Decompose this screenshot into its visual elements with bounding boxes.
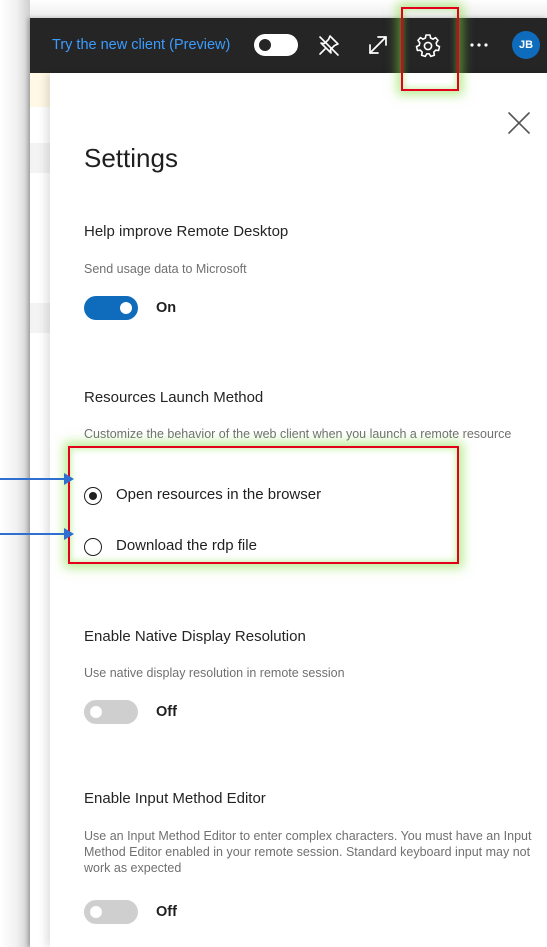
help-improve-switch[interactable] — [84, 296, 138, 320]
help-improve-state: On — [156, 300, 177, 316]
launch-method-description: Customize the behavior of the web client… — [84, 427, 512, 441]
ime-state: Off — [156, 904, 177, 920]
background-notice-strip — [30, 73, 50, 107]
switch-knob — [90, 906, 102, 918]
ime-title: Enable Input Method Editor — [84, 790, 266, 807]
help-improve-description: Send usage data to Microsoft — [84, 262, 247, 276]
top-bar: Try the new client (Preview) JB — [30, 18, 547, 73]
strip-band — [30, 303, 50, 333]
strip-band — [30, 143, 50, 173]
fullscreen-icon[interactable] — [365, 32, 391, 58]
try-new-client-link[interactable]: Try the new client (Preview) — [52, 37, 230, 53]
annotation-arrow — [0, 528, 74, 540]
frame-left-shadow — [0, 0, 30, 947]
unpin-icon[interactable] — [316, 32, 342, 58]
native-resolution-switch[interactable] — [84, 700, 138, 724]
arrow-head — [64, 473, 74, 485]
native-resolution-title: Enable Native Display Resolution — [84, 628, 306, 645]
preview-toggle-knob — [259, 39, 271, 51]
preview-toggle[interactable] — [254, 34, 298, 56]
native-resolution-state: Off — [156, 704, 177, 720]
arrow-head — [64, 528, 74, 540]
switch-knob — [90, 706, 102, 718]
annotation-arrow — [0, 473, 74, 485]
avatar[interactable]: JB — [512, 31, 540, 59]
frame-top-shadow — [0, 0, 547, 18]
help-improve-title: Help improve Remote Desktop — [84, 223, 289, 240]
close-icon[interactable] — [506, 110, 532, 136]
ime-switch[interactable] — [84, 900, 138, 924]
switch-knob — [120, 302, 132, 314]
launch-method-title: Resources Launch Method — [84, 389, 264, 406]
more-icon[interactable] — [466, 32, 492, 58]
page-title: Settings — [84, 143, 178, 173]
native-resolution-description: Use native display resolution in remote … — [84, 666, 345, 680]
launch-options-highlight-box — [68, 446, 459, 564]
gear-highlight-box — [401, 7, 459, 91]
ime-description: Use an Input Method Editor to enter comp… — [84, 829, 532, 875]
background-content-strip — [30, 73, 50, 947]
